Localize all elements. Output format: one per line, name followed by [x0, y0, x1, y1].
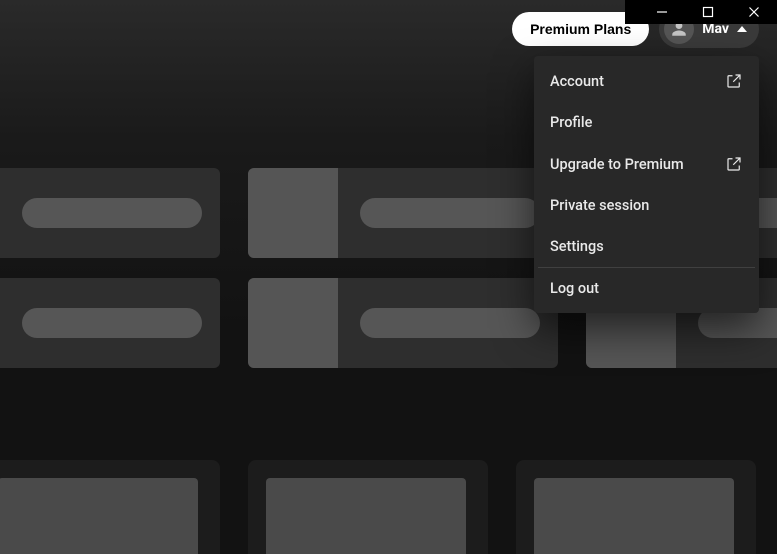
shortcut-card[interactable] [0, 278, 220, 368]
window-titlebar [625, 0, 777, 24]
thumbnail-placeholder [248, 278, 338, 368]
thumbnail-placeholder [0, 478, 198, 554]
menu-item-label: Profile [550, 114, 592, 131]
menu-item-label: Account [550, 73, 604, 90]
maximize-icon [702, 6, 714, 18]
text-placeholder [360, 198, 540, 228]
close-icon [748, 6, 760, 18]
recommendation-tile[interactable] [248, 460, 488, 554]
window-minimize-button[interactable] [639, 0, 685, 24]
menu-item-private-session[interactable]: Private session [538, 185, 755, 226]
menu-item-settings[interactable]: Settings [538, 226, 755, 267]
text-placeholder [22, 198, 202, 228]
recommendation-tile[interactable] [0, 460, 220, 554]
thumbnail-placeholder [248, 168, 338, 258]
recommendation-tile[interactable] [516, 460, 756, 554]
menu-item-logout[interactable]: Log out [538, 268, 755, 309]
chevron-up-icon [737, 26, 747, 32]
shortcut-card[interactable] [248, 168, 558, 258]
menu-item-profile[interactable]: Profile [538, 102, 755, 143]
external-link-icon [725, 155, 743, 173]
menu-item-label: Upgrade to Premium [550, 156, 684, 173]
menu-item-account[interactable]: Account [538, 60, 755, 102]
menu-item-label: Settings [550, 238, 604, 255]
menu-item-label: Log out [550, 280, 599, 297]
menu-item-upgrade[interactable]: Upgrade to Premium [538, 143, 755, 185]
thumbnail-placeholder [534, 478, 734, 554]
window-maximize-button[interactable] [685, 0, 731, 24]
shortcut-card[interactable] [248, 278, 558, 368]
text-placeholder [360, 308, 540, 338]
window-close-button[interactable] [731, 0, 777, 24]
shortcut-card[interactable] [0, 168, 220, 258]
minimize-icon [656, 6, 668, 18]
user-dropdown: Account Profile Upgrade to Premium Priva… [534, 56, 759, 313]
recommendation-row [0, 460, 756, 554]
menu-item-label: Private session [550, 197, 649, 214]
text-placeholder [22, 308, 202, 338]
thumbnail-placeholder [266, 478, 466, 554]
external-link-icon [725, 72, 743, 90]
